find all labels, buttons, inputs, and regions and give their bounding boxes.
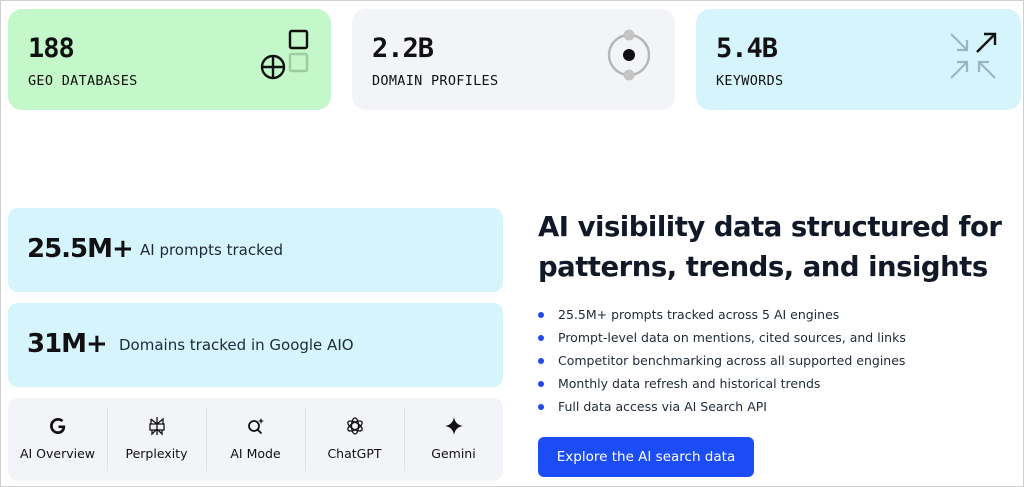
perplexity-icon [148, 417, 165, 436]
stat-value: 188 [28, 33, 75, 64]
engine-label: AI Overview [19, 446, 96, 461]
bullet-dot [538, 312, 544, 318]
ai-mode-search-icon [247, 418, 264, 435]
chatgpt-icon [346, 417, 363, 435]
feature-text: Monthly data refresh and historical tren… [558, 376, 821, 391]
feature-text: 25.5M+ prompts tracked across 5 AI engin… [558, 307, 840, 322]
feature-text: Full data access via AI Search API [558, 399, 767, 414]
metric-value: 31M+ [27, 329, 108, 359]
stat-label: KEYWORDS [716, 73, 784, 89]
keyword-arrows-icon [950, 32, 997, 79]
metric-value: 25.5M+ [27, 234, 134, 264]
feature-text: Prompt-level data on mentions, cited sou… [558, 330, 906, 345]
stat-label: GEO DATABASES [28, 73, 138, 89]
ai-engines-panel: AI Overview Perplexity AI Mode ChatGPT G… [8, 398, 503, 481]
engine-perplexity: Perplexity [107, 398, 206, 481]
engine-gemini: Gemini [404, 398, 503, 481]
feature-item: Competitor benchmarking across all suppo… [538, 349, 906, 372]
bullet-dot [538, 335, 544, 341]
gemini-sparkle-icon [444, 417, 463, 435]
stat-card-domain-profiles: 2.2B DOMAIN PROFILES [352, 9, 675, 110]
engine-label: Gemini [431, 446, 476, 461]
feature-item: Full data access via AI Search API [538, 395, 906, 418]
metric-label: AI prompts tracked [140, 241, 283, 259]
feature-list: 25.5M+ prompts tracked across 5 AI engin… [538, 303, 906, 418]
bullet-dot [538, 381, 544, 387]
metric-card-domains-aio: 31M+ Domains tracked in Google AIO [8, 303, 503, 387]
engine-ai-mode: AI Mode [206, 398, 305, 481]
bullet-dot [538, 404, 544, 410]
engine-chatgpt: ChatGPT [305, 398, 404, 481]
stat-value: 2.2B [372, 33, 434, 64]
engine-ai-overview: AI Overview [8, 398, 107, 481]
feature-text: Competitor benchmarking across all suppo… [558, 353, 906, 368]
engine-label: ChatGPT [327, 446, 382, 461]
stat-card-keywords: 5.4B KEYWORDS [696, 9, 1021, 110]
metric-card-ai-prompts: 25.5M+ AI prompts tracked [8, 208, 503, 292]
domain-orbit-icon [607, 29, 651, 81]
page-frame: 188 GEO DATABASES 2.2B DOMAIN PROFILES 5… [0, 0, 1024, 487]
stat-value: 5.4B [716, 33, 778, 64]
google-icon [49, 418, 65, 434]
metric-label: Domains tracked in Google AIO [119, 336, 354, 354]
feature-item: Monthly data refresh and historical tren… [538, 372, 906, 395]
feature-item: Prompt-level data on mentions, cited sou… [538, 326, 906, 349]
geo-grid-icon [260, 29, 309, 80]
engine-label: Perplexity [125, 446, 188, 461]
stat-label: DOMAIN PROFILES [372, 73, 499, 89]
section-headline: AI visibility data structured for patter… [538, 211, 1002, 283]
stat-card-geo-databases: 188 GEO DATABASES [8, 9, 331, 110]
feature-item: 25.5M+ prompts tracked across 5 AI engin… [538, 303, 906, 326]
engine-label: AI Mode [230, 446, 281, 461]
explore-ai-search-data-button[interactable]: Explore the AI search data [538, 437, 754, 477]
bullet-dot [538, 358, 544, 364]
